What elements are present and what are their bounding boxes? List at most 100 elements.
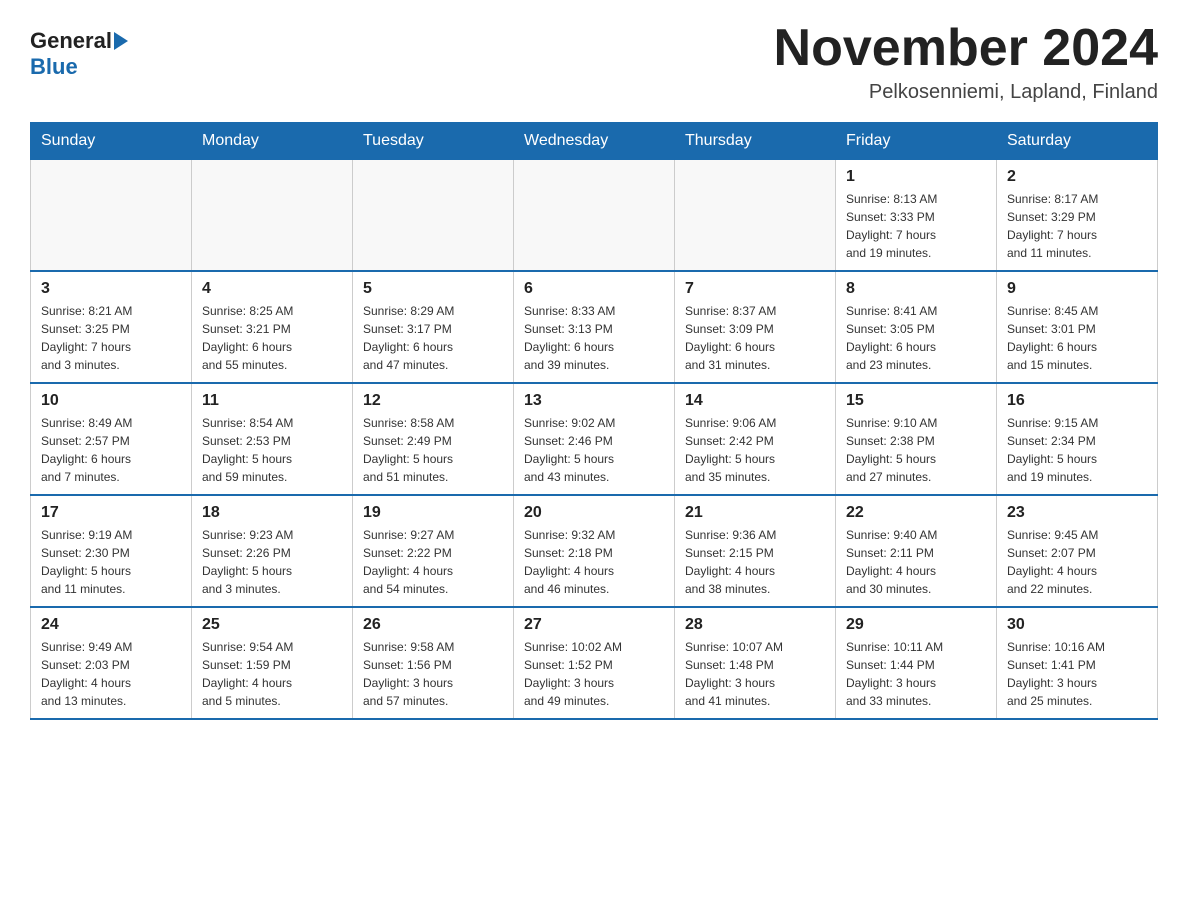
location-text: Pelkosenniemi, Lapland, Finland	[774, 81, 1158, 104]
calendar-week-4: 17 Sunrise: 9:19 AM Sunset: 2:30 PM Dayli…	[31, 495, 1158, 607]
calendar-cell: 21 Sunrise: 9:36 AM Sunset: 2:15 PM Dayli…	[675, 495, 836, 607]
calendar-cell: 15 Sunrise: 9:10 AM Sunset: 2:38 PM Dayli…	[836, 383, 997, 495]
day-number: 28	[685, 616, 825, 634]
day-number: 29	[846, 616, 986, 634]
day-number: 18	[202, 504, 342, 522]
day-number: 25	[202, 616, 342, 634]
calendar-week-3: 10 Sunrise: 8:49 AM Sunset: 2:57 PM Dayli…	[31, 383, 1158, 495]
day-number: 30	[1007, 616, 1147, 634]
day-info: Sunrise: 9:40 AM Sunset: 2:11 PM Dayligh…	[846, 526, 986, 598]
calendar-cell: 11 Sunrise: 8:54 AM Sunset: 2:53 PM Dayli…	[192, 383, 353, 495]
day-info: Sunrise: 8:33 AM Sunset: 3:13 PM Dayligh…	[524, 302, 664, 374]
weekday-header-thursday: Thursday	[675, 123, 836, 160]
calendar-week-1: 1 Sunrise: 8:13 AM Sunset: 3:33 PM Daylig…	[31, 160, 1158, 272]
day-number: 11	[202, 392, 342, 410]
calendar-cell: 5 Sunrise: 8:29 AM Sunset: 3:17 PM Daylig…	[353, 271, 514, 383]
day-info: Sunrise: 9:15 AM Sunset: 2:34 PM Dayligh…	[1007, 414, 1147, 486]
day-number: 16	[1007, 392, 1147, 410]
day-number: 13	[524, 392, 664, 410]
calendar-cell: 8 Sunrise: 8:41 AM Sunset: 3:05 PM Daylig…	[836, 271, 997, 383]
day-number: 15	[846, 392, 986, 410]
weekday-header-wednesday: Wednesday	[514, 123, 675, 160]
day-info: Sunrise: 9:19 AM Sunset: 2:30 PM Dayligh…	[41, 526, 181, 598]
day-info: Sunrise: 8:29 AM Sunset: 3:17 PM Dayligh…	[363, 302, 503, 374]
day-number: 20	[524, 504, 664, 522]
calendar-cell: 28 Sunrise: 10:07 AM Sunset: 1:48 PM Dayl…	[675, 607, 836, 719]
calendar-cell: 9Sunrise: 8:45 AM Sunset: 3:01 PM Daylig…	[997, 271, 1158, 383]
logo-blue-text: Blue	[30, 54, 78, 80]
day-number: 6	[524, 280, 664, 298]
logo-general-text: General	[30, 28, 112, 54]
day-number: 12	[363, 392, 503, 410]
day-info: Sunrise: 10:07 AM Sunset: 1:48 PM Daylig…	[685, 638, 825, 710]
day-info: Sunrise: 9:49 AM Sunset: 2:03 PM Dayligh…	[41, 638, 181, 710]
day-info: Sunrise: 9:10 AM Sunset: 2:38 PM Dayligh…	[846, 414, 986, 486]
day-info: Sunrise: 8:37 AM Sunset: 3:09 PM Dayligh…	[685, 302, 825, 374]
day-number: 17	[41, 504, 181, 522]
weekday-header-monday: Monday	[192, 123, 353, 160]
day-number: 10	[41, 392, 181, 410]
day-number: 21	[685, 504, 825, 522]
day-info: Sunrise: 9:54 AM Sunset: 1:59 PM Dayligh…	[202, 638, 342, 710]
calendar-week-2: 3 Sunrise: 8:21 AM Sunset: 3:25 PM Daylig…	[31, 271, 1158, 383]
day-number: 1	[846, 168, 986, 186]
day-info: Sunrise: 8:49 AM Sunset: 2:57 PM Dayligh…	[41, 414, 181, 486]
calendar-cell: 6 Sunrise: 8:33 AM Sunset: 3:13 PM Daylig…	[514, 271, 675, 383]
calendar-cell: 14 Sunrise: 9:06 AM Sunset: 2:42 PM Dayli…	[675, 383, 836, 495]
day-info: Sunrise: 10:16 AM Sunset: 1:41 PM Daylig…	[1007, 638, 1147, 710]
day-number: 4	[202, 280, 342, 298]
calendar-cell: 18 Sunrise: 9:23 AM Sunset: 2:26 PM Dayli…	[192, 495, 353, 607]
calendar-cell: 19Sunrise: 9:27 AM Sunset: 2:22 PM Dayli…	[353, 495, 514, 607]
day-info: Sunrise: 9:32 AM Sunset: 2:18 PM Dayligh…	[524, 526, 664, 598]
day-number: 27	[524, 616, 664, 634]
day-info: Sunrise: 8:13 AM Sunset: 3:33 PM Dayligh…	[846, 190, 986, 262]
day-info: Sunrise: 8:41 AM Sunset: 3:05 PM Dayligh…	[846, 302, 986, 374]
calendar-cell: 23 Sunrise: 9:45 AM Sunset: 2:07 PM Dayli…	[997, 495, 1158, 607]
day-info: Sunrise: 9:58 AM Sunset: 1:56 PM Dayligh…	[363, 638, 503, 710]
day-number: 23	[1007, 504, 1147, 522]
calendar-table: SundayMondayTuesdayWednesdayThursdayFrid…	[30, 122, 1158, 720]
calendar-cell: 12 Sunrise: 8:58 AM Sunset: 2:49 PM Dayli…	[353, 383, 514, 495]
logo: General Blue	[30, 20, 130, 80]
weekday-header-tuesday: Tuesday	[353, 123, 514, 160]
day-info: Sunrise: 9:27 AM Sunset: 2:22 PM Dayligh…	[363, 526, 503, 598]
day-number: 3	[41, 280, 181, 298]
day-number: 14	[685, 392, 825, 410]
calendar-cell: 26 Sunrise: 9:58 AM Sunset: 1:56 PM Dayli…	[353, 607, 514, 719]
weekday-header-friday: Friday	[836, 123, 997, 160]
day-info: Sunrise: 8:54 AM Sunset: 2:53 PM Dayligh…	[202, 414, 342, 486]
calendar-cell	[192, 160, 353, 272]
day-number: 26	[363, 616, 503, 634]
calendar-cell: 24Sunrise: 9:49 AM Sunset: 2:03 PM Dayli…	[31, 607, 192, 719]
day-info: Sunrise: 8:58 AM Sunset: 2:49 PM Dayligh…	[363, 414, 503, 486]
calendar-cell: 25 Sunrise: 9:54 AM Sunset: 1:59 PM Dayli…	[192, 607, 353, 719]
day-info: Sunrise: 9:36 AM Sunset: 2:15 PM Dayligh…	[685, 526, 825, 598]
calendar-cell: 3 Sunrise: 8:21 AM Sunset: 3:25 PM Daylig…	[31, 271, 192, 383]
day-number: 5	[363, 280, 503, 298]
calendar-cell	[675, 160, 836, 272]
day-info: Sunrise: 9:45 AM Sunset: 2:07 PM Dayligh…	[1007, 526, 1147, 598]
day-info: Sunrise: 8:25 AM Sunset: 3:21 PM Dayligh…	[202, 302, 342, 374]
day-number: 7	[685, 280, 825, 298]
day-info: Sunrise: 8:21 AM Sunset: 3:25 PM Dayligh…	[41, 302, 181, 374]
calendar-cell: 22 Sunrise: 9:40 AM Sunset: 2:11 PM Dayli…	[836, 495, 997, 607]
calendar-cell: 30 Sunrise: 10:16 AM Sunset: 1:41 PM Dayl…	[997, 607, 1158, 719]
calendar-cell	[31, 160, 192, 272]
day-number: 8	[846, 280, 986, 298]
day-number: 2	[1007, 168, 1147, 186]
calendar-cell: 1 Sunrise: 8:13 AM Sunset: 3:33 PM Daylig…	[836, 160, 997, 272]
day-info: Sunrise: 9:06 AM Sunset: 2:42 PM Dayligh…	[685, 414, 825, 486]
title-block: November 2024 Pelkosenniemi, Lapland, Fi…	[774, 20, 1158, 104]
weekday-header-sunday: Sunday	[31, 123, 192, 160]
calendar-cell: 4 Sunrise: 8:25 AM Sunset: 3:21 PM Daylig…	[192, 271, 353, 383]
day-info: Sunrise: 9:23 AM Sunset: 2:26 PM Dayligh…	[202, 526, 342, 598]
day-info: Sunrise: 8:17 AM Sunset: 3:29 PM Dayligh…	[1007, 190, 1147, 262]
day-number: 22	[846, 504, 986, 522]
calendar-cell: 20 Sunrise: 9:32 AM Sunset: 2:18 PM Dayli…	[514, 495, 675, 607]
calendar-week-5: 24Sunrise: 9:49 AM Sunset: 2:03 PM Dayli…	[31, 607, 1158, 719]
weekday-header-saturday: Saturday	[997, 123, 1158, 160]
calendar-cell: 17 Sunrise: 9:19 AM Sunset: 2:30 PM Dayli…	[31, 495, 192, 607]
calendar-cell: 29Sunrise: 10:11 AM Sunset: 1:44 PM Dayl…	[836, 607, 997, 719]
calendar-cell: 7 Sunrise: 8:37 AM Sunset: 3:09 PM Daylig…	[675, 271, 836, 383]
calendar-cell: 13Sunrise: 9:02 AM Sunset: 2:46 PM Dayli…	[514, 383, 675, 495]
